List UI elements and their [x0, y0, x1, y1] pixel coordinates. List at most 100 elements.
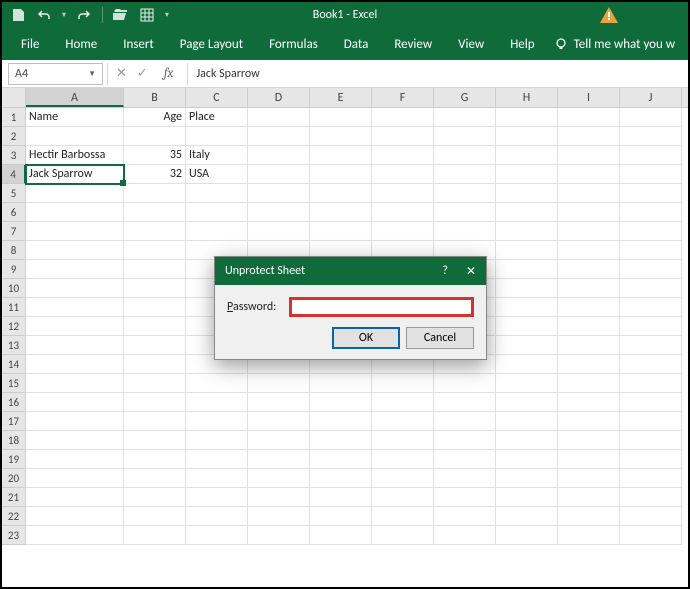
cell[interactable]: [558, 507, 620, 526]
tab-data[interactable]: Data: [331, 28, 382, 60]
row-header[interactable]: 16: [2, 393, 26, 412]
cell[interactable]: [26, 279, 124, 298]
row-header[interactable]: 12: [2, 317, 26, 336]
cell[interactable]: [558, 298, 620, 317]
tell-me-search[interactable]: Tell me what you w: [554, 37, 676, 52]
cell[interactable]: [620, 355, 682, 374]
cell[interactable]: [310, 431, 372, 450]
cell[interactable]: [620, 450, 682, 469]
column-header[interactable]: C: [186, 88, 248, 107]
column-header[interactable]: A: [26, 88, 124, 107]
cell[interactable]: [310, 507, 372, 526]
cell[interactable]: [26, 393, 124, 412]
cell[interactable]: [496, 108, 558, 127]
cell[interactable]: [310, 222, 372, 241]
cell[interactable]: [496, 127, 558, 146]
cell[interactable]: [434, 222, 496, 241]
cell[interactable]: [248, 526, 310, 545]
cell[interactable]: [620, 279, 682, 298]
cell[interactable]: [372, 108, 434, 127]
cell[interactable]: [248, 507, 310, 526]
column-header[interactable]: I: [558, 88, 620, 107]
cell[interactable]: [310, 393, 372, 412]
qat-customize-icon[interactable]: ▾: [165, 10, 169, 20]
cell[interactable]: [496, 450, 558, 469]
cell[interactable]: [248, 412, 310, 431]
cell[interactable]: [26, 222, 124, 241]
cell[interactable]: [310, 450, 372, 469]
cell[interactable]: [310, 412, 372, 431]
cell[interactable]: [434, 146, 496, 165]
row-header[interactable]: 11: [2, 298, 26, 317]
cancel-button[interactable]: Cancel: [406, 327, 474, 349]
cell[interactable]: [558, 279, 620, 298]
cell[interactable]: [620, 374, 682, 393]
tab-file[interactable]: File: [8, 28, 52, 60]
cell[interactable]: [186, 431, 248, 450]
cell[interactable]: [372, 374, 434, 393]
tab-home[interactable]: Home: [52, 28, 110, 60]
row-header[interactable]: 15: [2, 374, 26, 393]
cell[interactable]: [124, 336, 186, 355]
row-header[interactable]: 9: [2, 260, 26, 279]
cell[interactable]: [558, 431, 620, 450]
cell[interactable]: [248, 184, 310, 203]
cell[interactable]: [434, 165, 496, 184]
cell[interactable]: [620, 393, 682, 412]
row-header[interactable]: 4: [2, 165, 26, 184]
cell[interactable]: 32: [124, 165, 186, 184]
cell[interactable]: [496, 488, 558, 507]
cell[interactable]: [186, 412, 248, 431]
cell[interactable]: [620, 146, 682, 165]
cell[interactable]: [26, 203, 124, 222]
column-header[interactable]: G: [434, 88, 496, 107]
cell[interactable]: [496, 146, 558, 165]
cell[interactable]: [26, 374, 124, 393]
cell[interactable]: [434, 450, 496, 469]
cell[interactable]: [124, 488, 186, 507]
cell[interactable]: [620, 469, 682, 488]
row-header[interactable]: 8: [2, 241, 26, 260]
warning-icon[interactable]: [600, 7, 618, 23]
cell[interactable]: [434, 393, 496, 412]
cell[interactable]: [558, 146, 620, 165]
chevron-down-icon[interactable]: ▼: [88, 69, 96, 79]
cell[interactable]: [620, 336, 682, 355]
cell[interactable]: [124, 355, 186, 374]
row-header[interactable]: 10: [2, 279, 26, 298]
cell[interactable]: [124, 222, 186, 241]
fill-handle[interactable]: [120, 180, 126, 186]
cell[interactable]: [434, 108, 496, 127]
save-icon[interactable]: [10, 7, 26, 23]
cell[interactable]: [558, 412, 620, 431]
row-header[interactable]: 14: [2, 355, 26, 374]
row-header[interactable]: 17: [2, 412, 26, 431]
cell[interactable]: [248, 374, 310, 393]
cell[interactable]: [124, 412, 186, 431]
cell[interactable]: [310, 165, 372, 184]
undo-dropdown-icon[interactable]: ▾: [62, 10, 66, 20]
cell[interactable]: [496, 279, 558, 298]
undo-icon[interactable]: [36, 7, 52, 23]
select-all-corner[interactable]: [2, 88, 26, 107]
cell[interactable]: [248, 146, 310, 165]
cell[interactable]: [26, 317, 124, 336]
cell[interactable]: [310, 127, 372, 146]
cell[interactable]: [186, 488, 248, 507]
tab-formulas[interactable]: Formulas: [256, 28, 331, 60]
row-header[interactable]: 20: [2, 469, 26, 488]
cell[interactable]: [124, 184, 186, 203]
cell[interactable]: [434, 469, 496, 488]
column-header[interactable]: E: [310, 88, 372, 107]
tab-page-layout[interactable]: Page Layout: [167, 28, 256, 60]
cell[interactable]: [186, 127, 248, 146]
cell[interactable]: [26, 260, 124, 279]
cell[interactable]: [620, 488, 682, 507]
row-header[interactable]: 13: [2, 336, 26, 355]
ok-button[interactable]: OK: [332, 327, 400, 349]
cell[interactable]: [26, 127, 124, 146]
cell[interactable]: [496, 241, 558, 260]
cell[interactable]: [310, 146, 372, 165]
row-header[interactable]: 22: [2, 507, 26, 526]
cell[interactable]: Name: [26, 108, 124, 127]
